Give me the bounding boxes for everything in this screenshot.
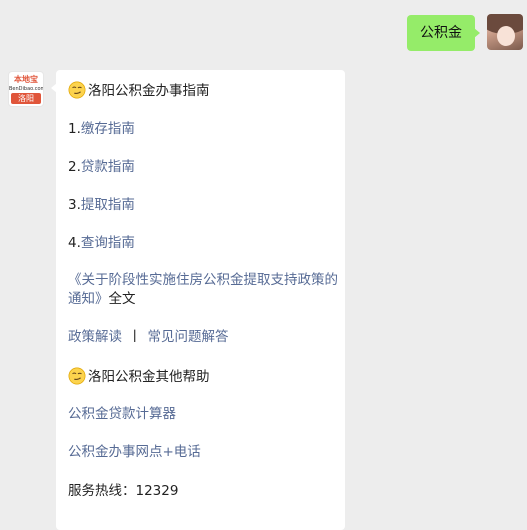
bot-avatar-city: 洛阳 <box>11 93 41 104</box>
bot-avatar[interactable]: 本地宝 BenDibao.com 洛阳 <box>8 71 44 107</box>
guide-item-3-prefix: 3. <box>68 197 81 213</box>
user-message-bubble[interactable]: 公积金 <box>407 15 480 51</box>
guide-link-query[interactable]: 查询指南 <box>81 235 135 251</box>
separator: 丨 <box>128 329 142 345</box>
bot-message-bubble: 洛阳公积金办事指南 1.缴存指南 2.贷款指南 3.提取指南 4.查询指南 《关… <box>51 70 345 530</box>
section-title-help: 洛阳公积金其他帮助 <box>68 367 210 387</box>
calculator-link[interactable]: 公积金贷款计算器 <box>68 405 176 424</box>
policy-links-row: 政策解读丨常见问题解答 <box>68 328 229 347</box>
guide-item-3: 3.提取指南 <box>68 196 135 215</box>
guide-item-4: 4.查询指南 <box>68 234 135 253</box>
user-avatar[interactable] <box>487 14 523 50</box>
hotline-row: 服务热线：12329 <box>68 482 178 501</box>
guide-link-withdraw[interactable]: 提取指南 <box>81 197 135 213</box>
smirk-face-icon <box>68 367 86 385</box>
section-title-guide: 洛阳公积金办事指南 <box>68 81 210 101</box>
guide-link-loan[interactable]: 贷款指南 <box>81 159 135 175</box>
guide-item-2: 2.贷款指南 <box>68 158 135 177</box>
user-message-row: 公积金 <box>0 14 527 54</box>
hotline-label: 服务热线： <box>68 483 136 499</box>
policy-suffix: 全文 <box>108 291 136 307</box>
outlets-link[interactable]: 公积金办事网点+电话 <box>68 443 201 462</box>
faq-link[interactable]: 常见问题解答 <box>148 329 229 345</box>
hotline-number: 12329 <box>135 483 179 499</box>
guide-item-4-prefix: 4. <box>68 235 81 251</box>
guide-link-deposit[interactable]: 缴存指南 <box>81 121 135 137</box>
guide-item-1-prefix: 1. <box>68 121 81 137</box>
bot-avatar-site: BenDibao.com <box>9 86 44 92</box>
policy-paragraph: 《关于阶段性实施住房公积金提取支持政策的通知》全文 <box>68 271 338 309</box>
guide-item-1: 1.缴存指南 <box>68 120 135 139</box>
section-title-help-text: 洛阳公积金其他帮助 <box>88 369 210 385</box>
bot-avatar-logo: 本地宝 <box>14 75 38 84</box>
guide-item-2-prefix: 2. <box>68 159 81 175</box>
smirk-face-icon <box>68 81 86 99</box>
section-title-guide-text: 洛阳公积金办事指南 <box>88 83 210 99</box>
policy-read-link[interactable]: 政策解读 <box>68 329 122 345</box>
